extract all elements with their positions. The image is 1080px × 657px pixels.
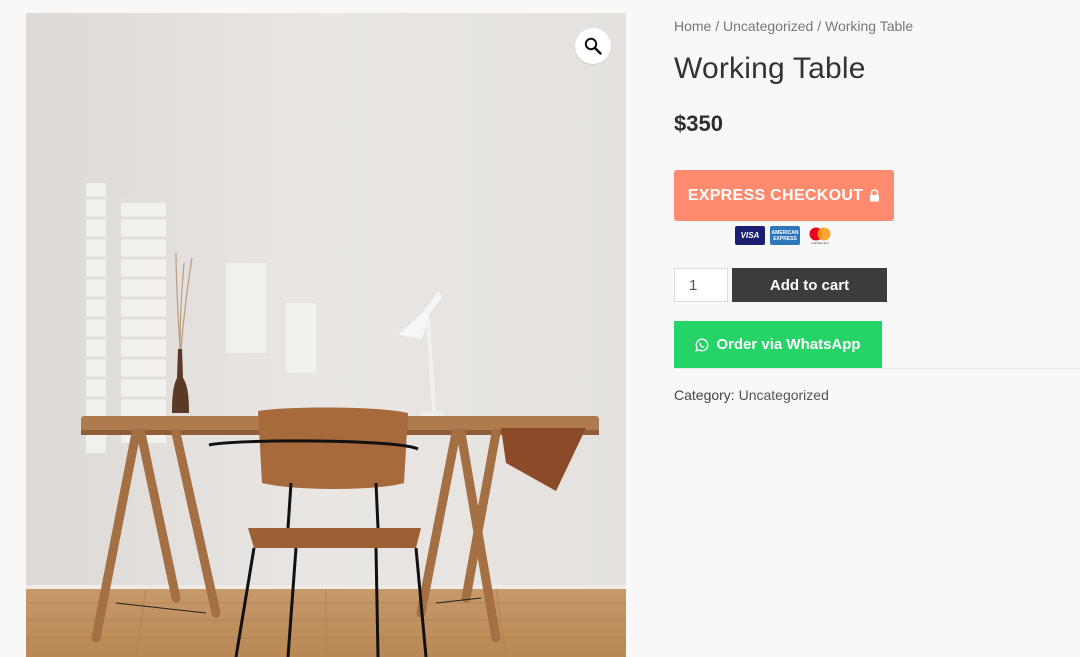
product-image[interactable]	[26, 13, 626, 657]
breadcrumb-separator: /	[813, 18, 825, 34]
product-title: Working Table	[674, 52, 866, 85]
divider	[674, 368, 1080, 369]
product-meta: Category: Uncategorized	[674, 387, 829, 403]
category-link[interactable]: Uncategorized	[739, 387, 829, 403]
amex-card-icon: AMERICAN EXPRESS	[770, 226, 800, 245]
breadcrumb-current: Working Table	[824, 18, 914, 34]
mastercard-icon: mastercard	[805, 226, 835, 245]
visa-card-icon: VISA	[735, 226, 765, 245]
category-label: Category:	[674, 387, 735, 403]
add-to-cart-button[interactable]: Add to cart	[732, 268, 887, 302]
express-checkout-label: EXPRESS CHECKOUT	[687, 186, 864, 204]
breadcrumb-home-link[interactable]: Home	[674, 18, 711, 34]
whatsapp-label: Order via WhatsApp	[716, 336, 861, 353]
desk-scene-illustration	[26, 13, 626, 657]
mastercard-label: mastercard	[811, 241, 828, 245]
lock-icon	[870, 189, 880, 202]
quantity-input[interactable]	[674, 268, 728, 302]
product-summary: Home / Uncategorized / Working Table Wor…	[674, 0, 1080, 657]
breadcrumb-separator: /	[711, 18, 724, 34]
product-price: $350	[674, 111, 723, 136]
zoom-button[interactable]	[575, 28, 611, 64]
breadcrumb-category-link[interactable]: Uncategorized	[723, 18, 813, 34]
zoom-magnifier-icon	[584, 37, 602, 55]
payment-cards: VISA AMERICAN EXPRESS mastercard	[735, 226, 835, 245]
express-checkout-button[interactable]: EXPRESS CHECKOUT	[674, 170, 894, 221]
breadcrumb: Home / Uncategorized / Working Table	[674, 18, 913, 34]
whatsapp-icon	[695, 338, 709, 352]
order-via-whatsapp-button[interactable]: Order via WhatsApp	[674, 321, 882, 368]
